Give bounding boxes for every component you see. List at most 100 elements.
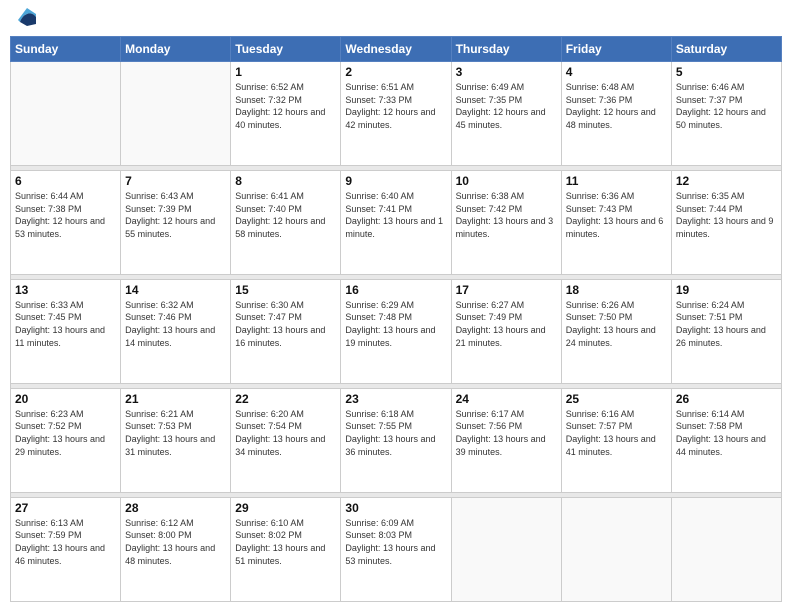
day-info: Sunrise: 6:36 AM Sunset: 7:43 PM Dayligh… bbox=[566, 190, 667, 240]
calendar-cell: 17 Sunrise: 6:27 AM Sunset: 7:49 PM Dayli… bbox=[451, 279, 561, 383]
day-number: 16 bbox=[345, 283, 446, 297]
calendar-cell: 14 Sunrise: 6:32 AM Sunset: 7:46 PM Dayli… bbox=[121, 279, 231, 383]
day-number: 5 bbox=[676, 65, 777, 79]
day-info: Sunrise: 6:17 AM Sunset: 7:56 PM Dayligh… bbox=[456, 408, 557, 458]
day-number: 28 bbox=[125, 501, 226, 515]
day-info: Sunrise: 6:51 AM Sunset: 7:33 PM Dayligh… bbox=[345, 81, 446, 131]
calendar-cell: 1 Sunrise: 6:52 AM Sunset: 7:32 PM Daylig… bbox=[231, 62, 341, 166]
day-info: Sunrise: 6:30 AM Sunset: 7:47 PM Dayligh… bbox=[235, 299, 336, 349]
day-info: Sunrise: 6:33 AM Sunset: 7:45 PM Dayligh… bbox=[15, 299, 116, 349]
calendar-cell: 19Sunrise: 6:24 AM Sunset: 7:51 PM Dayli… bbox=[671, 279, 781, 383]
calendar-cell: 7 Sunrise: 6:43 AM Sunset: 7:39 PM Daylig… bbox=[121, 170, 231, 274]
calendar-cell: 21Sunrise: 6:21 AM Sunset: 7:53 PM Dayli… bbox=[121, 388, 231, 492]
day-number: 11 bbox=[566, 174, 667, 188]
day-info: Sunrise: 6:14 AM Sunset: 7:58 PM Dayligh… bbox=[676, 408, 777, 458]
day-number: 29 bbox=[235, 501, 336, 515]
week-row-4: 20Sunrise: 6:23 AM Sunset: 7:52 PM Dayli… bbox=[11, 388, 782, 492]
day-info: Sunrise: 6:44 AM Sunset: 7:38 PM Dayligh… bbox=[15, 190, 116, 240]
calendar-cell: 26 Sunrise: 6:14 AM Sunset: 7:58 PM Dayli… bbox=[671, 388, 781, 492]
day-number: 19 bbox=[676, 283, 777, 297]
calendar-cell: 11 Sunrise: 6:36 AM Sunset: 7:43 PM Dayli… bbox=[561, 170, 671, 274]
calendar-cell: 27Sunrise: 6:13 AM Sunset: 7:59 PM Dayli… bbox=[11, 497, 121, 601]
calendar-cell bbox=[451, 497, 561, 601]
day-number: 6 bbox=[15, 174, 116, 188]
calendar-cell: 4 Sunrise: 6:48 AM Sunset: 7:36 PM Daylig… bbox=[561, 62, 671, 166]
day-number: 25 bbox=[566, 392, 667, 406]
calendar-cell: 12 Sunrise: 6:35 AM Sunset: 7:44 PM Dayli… bbox=[671, 170, 781, 274]
day-number: 23 bbox=[345, 392, 446, 406]
day-info: Sunrise: 6:32 AM Sunset: 7:46 PM Dayligh… bbox=[125, 299, 226, 349]
calendar-cell: 3 Sunrise: 6:49 AM Sunset: 7:35 PM Daylig… bbox=[451, 62, 561, 166]
day-number: 17 bbox=[456, 283, 557, 297]
day-info: Sunrise: 6:49 AM Sunset: 7:35 PM Dayligh… bbox=[456, 81, 557, 131]
day-number: 2 bbox=[345, 65, 446, 79]
calendar-cell bbox=[11, 62, 121, 166]
week-row-5: 27Sunrise: 6:13 AM Sunset: 7:59 PM Dayli… bbox=[11, 497, 782, 601]
calendar-header-row: SundayMondayTuesdayWednesdayThursdayFrid… bbox=[11, 37, 782, 62]
col-header-saturday: Saturday bbox=[671, 37, 781, 62]
calendar-cell: 8Sunrise: 6:41 AM Sunset: 7:40 PM Daylig… bbox=[231, 170, 341, 274]
day-info: Sunrise: 6:46 AM Sunset: 7:37 PM Dayligh… bbox=[676, 81, 777, 131]
day-info: Sunrise: 6:20 AM Sunset: 7:54 PM Dayligh… bbox=[235, 408, 336, 458]
day-info: Sunrise: 6:40 AM Sunset: 7:41 PM Dayligh… bbox=[345, 190, 446, 240]
col-header-friday: Friday bbox=[561, 37, 671, 62]
calendar-cell: 25 Sunrise: 6:16 AM Sunset: 7:57 PM Dayli… bbox=[561, 388, 671, 492]
calendar-cell: 22 Sunrise: 6:20 AM Sunset: 7:54 PM Dayli… bbox=[231, 388, 341, 492]
calendar-cell: 23 Sunrise: 6:18 AM Sunset: 7:55 PM Dayli… bbox=[341, 388, 451, 492]
calendar-cell bbox=[561, 497, 671, 601]
calendar-cell: 5 Sunrise: 6:46 AM Sunset: 7:37 PM Daylig… bbox=[671, 62, 781, 166]
day-number: 4 bbox=[566, 65, 667, 79]
col-header-sunday: Sunday bbox=[11, 37, 121, 62]
day-number: 10 bbox=[456, 174, 557, 188]
day-info: Sunrise: 6:41 AM Sunset: 7:40 PM Dayligh… bbox=[235, 190, 336, 240]
day-info: Sunrise: 6:26 AM Sunset: 7:50 PM Dayligh… bbox=[566, 299, 667, 349]
day-info: Sunrise: 6:18 AM Sunset: 7:55 PM Dayligh… bbox=[345, 408, 446, 458]
calendar-cell: 13 Sunrise: 6:33 AM Sunset: 7:45 PM Dayli… bbox=[11, 279, 121, 383]
day-number: 12 bbox=[676, 174, 777, 188]
calendar-cell: 16 Sunrise: 6:29 AM Sunset: 7:48 PM Dayli… bbox=[341, 279, 451, 383]
calendar-cell: 24 Sunrise: 6:17 AM Sunset: 7:56 PM Dayli… bbox=[451, 388, 561, 492]
day-info: Sunrise: 6:29 AM Sunset: 7:48 PM Dayligh… bbox=[345, 299, 446, 349]
day-number: 13 bbox=[15, 283, 116, 297]
week-row-3: 13 Sunrise: 6:33 AM Sunset: 7:45 PM Dayli… bbox=[11, 279, 782, 383]
calendar-cell: 29 Sunrise: 6:10 AM Sunset: 8:02 PM Dayli… bbox=[231, 497, 341, 601]
col-header-thursday: Thursday bbox=[451, 37, 561, 62]
week-row-2: 6 Sunrise: 6:44 AM Sunset: 7:38 PM Daylig… bbox=[11, 170, 782, 274]
day-number: 20 bbox=[15, 392, 116, 406]
calendar-cell: 9 Sunrise: 6:40 AM Sunset: 7:41 PM Daylig… bbox=[341, 170, 451, 274]
day-number: 14 bbox=[125, 283, 226, 297]
day-info: Sunrise: 6:48 AM Sunset: 7:36 PM Dayligh… bbox=[566, 81, 667, 131]
day-info: Sunrise: 6:10 AM Sunset: 8:02 PM Dayligh… bbox=[235, 517, 336, 567]
calendar-cell: 30Sunrise: 6:09 AM Sunset: 8:03 PM Dayli… bbox=[341, 497, 451, 601]
week-row-1: 1 Sunrise: 6:52 AM Sunset: 7:32 PM Daylig… bbox=[11, 62, 782, 166]
day-number: 27 bbox=[15, 501, 116, 515]
day-number: 9 bbox=[345, 174, 446, 188]
calendar-cell bbox=[121, 62, 231, 166]
day-number: 3 bbox=[456, 65, 557, 79]
page: SundayMondayTuesdayWednesdayThursdayFrid… bbox=[0, 0, 792, 612]
calendar-cell: 20Sunrise: 6:23 AM Sunset: 7:52 PM Dayli… bbox=[11, 388, 121, 492]
col-header-tuesday: Tuesday bbox=[231, 37, 341, 62]
day-info: Sunrise: 6:27 AM Sunset: 7:49 PM Dayligh… bbox=[456, 299, 557, 349]
calendar-cell bbox=[671, 497, 781, 601]
day-info: Sunrise: 6:12 AM Sunset: 8:00 PM Dayligh… bbox=[125, 517, 226, 567]
day-info: Sunrise: 6:35 AM Sunset: 7:44 PM Dayligh… bbox=[676, 190, 777, 240]
calendar-cell: 10Sunrise: 6:38 AM Sunset: 7:42 PM Dayli… bbox=[451, 170, 561, 274]
calendar-cell: 2 Sunrise: 6:51 AM Sunset: 7:33 PM Daylig… bbox=[341, 62, 451, 166]
day-info: Sunrise: 6:52 AM Sunset: 7:32 PM Dayligh… bbox=[235, 81, 336, 131]
header bbox=[10, 10, 782, 28]
day-number: 26 bbox=[676, 392, 777, 406]
calendar-cell: 18Sunrise: 6:26 AM Sunset: 7:50 PM Dayli… bbox=[561, 279, 671, 383]
day-number: 7 bbox=[125, 174, 226, 188]
day-number: 22 bbox=[235, 392, 336, 406]
day-info: Sunrise: 6:16 AM Sunset: 7:57 PM Dayligh… bbox=[566, 408, 667, 458]
day-info: Sunrise: 6:43 AM Sunset: 7:39 PM Dayligh… bbox=[125, 190, 226, 240]
col-header-monday: Monday bbox=[121, 37, 231, 62]
day-info: Sunrise: 6:21 AM Sunset: 7:53 PM Dayligh… bbox=[125, 408, 226, 458]
day-number: 15 bbox=[235, 283, 336, 297]
day-number: 1 bbox=[235, 65, 336, 79]
col-header-wednesday: Wednesday bbox=[341, 37, 451, 62]
day-number: 30 bbox=[345, 501, 446, 515]
logo bbox=[14, 10, 38, 28]
day-number: 24 bbox=[456, 392, 557, 406]
